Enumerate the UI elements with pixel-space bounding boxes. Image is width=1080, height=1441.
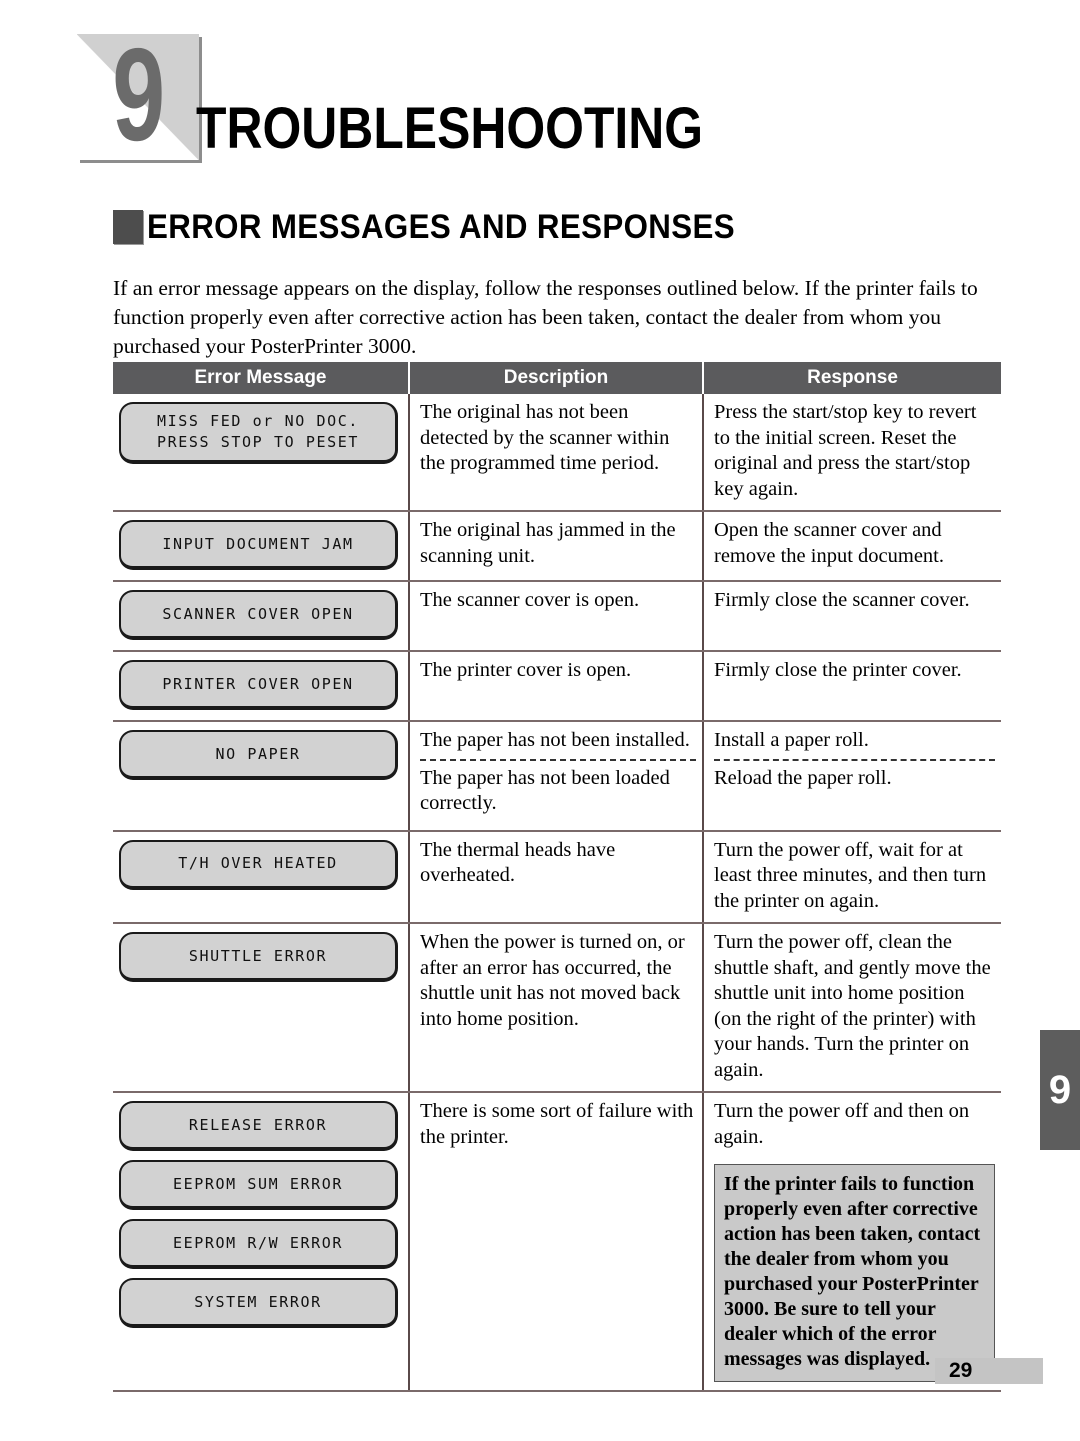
table-row: MISS FED or NO DOC. PRESS STOP TO PESET … [113, 394, 1001, 512]
response-cell: Open the scanner cover and remove the in… [702, 512, 1001, 580]
lcd-display-box: EEPROM R/W ERROR [119, 1219, 398, 1269]
description-subrow: The paper has not been loaded correctly. [420, 758, 696, 822]
table-row: NO PAPER The paper has not been installe… [113, 722, 1001, 832]
column-header-response: Response [702, 362, 1001, 394]
description-text: The original has jammed in the scanning … [420, 519, 676, 567]
lcd-display-box: T/H OVER HEATED [119, 839, 398, 890]
error-message-cell: INPUT DOCUMENT JAM [113, 512, 408, 580]
response-text: Firmly close the printer cover. [714, 659, 962, 681]
description-text: The thermal heads have overheated. [420, 838, 616, 887]
description-cell: The printer cover is open. [408, 652, 702, 720]
description-cell: The thermal heads have overheated. [408, 831, 702, 922]
response-text: Open the scanner cover and remove the in… [714, 519, 944, 567]
description-subrow: The paper has not been installed. [420, 728, 696, 759]
response-text: Install a paper roll. [714, 729, 869, 751]
lcd-display-box: INPUT DOCUMENT JAM [119, 520, 398, 570]
table-row: PRINTER COVER OPEN The printer cover is … [113, 652, 1001, 722]
lcd-line: INPUT DOCUMENT JAM [162, 534, 354, 553]
response-cell: Turn the power off and then on again. If… [702, 1093, 1001, 1390]
response-text: Press the start/stop key to revert to th… [714, 401, 977, 500]
description-text: The paper has not been loaded correctly. [420, 766, 670, 815]
error-messages-table: Error Message Description Response MISS … [113, 362, 1001, 1392]
response-subrow: Reload the paper roll. [714, 758, 995, 797]
lcd-line: PRINTER COVER OPEN [162, 674, 354, 693]
response-text: Firmly close the scanner cover. [714, 589, 970, 611]
response-subrow: Install a paper roll. [714, 728, 995, 759]
section-heading-label: ERROR MESSAGES AND RESPONSES [147, 208, 735, 246]
lcd-display-box: MISS FED or NO DOC. PRESS STOP TO PESET [119, 402, 398, 464]
chapter-tab-marker: 9 [1040, 1030, 1080, 1150]
response-text: Reload the paper roll. [714, 766, 892, 789]
lcd-line: T/H OVER HEATED [178, 854, 338, 872]
response-cell: Install a paper roll. Reload the paper r… [702, 722, 1001, 830]
chapter-number: 9 [112, 21, 165, 168]
description-text: The printer cover is open. [420, 659, 632, 681]
table-row: SCANNER COVER OPEN The scanner cover is … [113, 582, 1001, 652]
chapter-title: TROUBLESHOOTING [196, 96, 704, 161]
error-message-cell: PRINTER COVER OPEN [113, 652, 408, 720]
lcd-display-box: NO PAPER [119, 730, 398, 780]
chapter-header: 9 TROUBLESHOOTING [0, 28, 1080, 161]
description-text: The scanner cover is open. [420, 589, 640, 611]
lcd-display-box: RELEASE ERROR [119, 1101, 398, 1151]
table-header-row: Error Message Description Response [113, 362, 1001, 394]
lcd-line: EEPROM R/W ERROR [172, 1233, 344, 1252]
error-message-cell: NO PAPER [113, 722, 408, 830]
lcd-line: RELEASE ERROR [188, 1115, 328, 1134]
column-header-description: Description [408, 362, 702, 394]
description-cell: The original has jammed in the scanning … [408, 512, 702, 580]
lcd-display-box: SHUTTLE ERROR [119, 932, 398, 982]
note-callout-text: If the printer fails to function properl… [724, 1173, 981, 1370]
column-header-error-message: Error Message [194, 367, 327, 388]
error-message-cell: SCANNER COVER OPEN [113, 582, 408, 650]
response-cell: Turn the power off, clean the shuttle sh… [702, 924, 1001, 1091]
section-heading: ERROR MESSAGES AND RESPONSES [113, 210, 786, 244]
response-text: Turn the power off and then on again. [714, 1100, 970, 1148]
lcd-line: PRESS STOP TO PESET [157, 433, 359, 451]
lcd-display-box: EEPROM SUM ERROR [119, 1160, 398, 1210]
lcd-line: SYSTEM ERROR [194, 1292, 322, 1311]
description-text: When the power is turned on, or after an… [420, 931, 685, 1030]
response-cell: Press the start/stop key to revert to th… [702, 394, 1001, 510]
page-number-bar: 29 [935, 1358, 1043, 1384]
response-text: Turn the power off, wait for at least th… [714, 838, 987, 912]
description-cell: The scanner cover is open. [408, 582, 702, 650]
description-cell: There is some sort of failure with the p… [408, 1093, 702, 1390]
table-row: RELEASE ERROR EEPROM SUM ERROR EEPROM R/… [113, 1093, 1001, 1392]
table-row: INPUT DOCUMENT JAM The original has jamm… [113, 512, 1001, 582]
response-cell: Turn the power off, wait for at least th… [702, 831, 1001, 922]
square-bullet-icon [113, 210, 143, 244]
response-cell: Firmly close the scanner cover. [702, 582, 1001, 650]
page-number: 29 [949, 1359, 973, 1382]
lcd-line: NO PAPER [215, 744, 301, 763]
lcd-line: EEPROM SUM ERROR [172, 1174, 344, 1193]
error-message-cell: MISS FED or NO DOC. PRESS STOP TO PESET [113, 394, 408, 510]
description-cell: When the power is turned on, or after an… [408, 924, 702, 1091]
lcd-line: SHUTTLE ERROR [188, 946, 328, 965]
lcd-display-box: PRINTER COVER OPEN [119, 660, 398, 710]
lcd-display-box: SYSTEM ERROR [119, 1278, 398, 1328]
lcd-line: SCANNER COVER OPEN [162, 604, 354, 623]
description-cell: The original has not been detected by th… [408, 394, 702, 510]
note-callout-box: If the printer fails to function properl… [714, 1164, 995, 1382]
intro-paragraph: If an error message appears on the displ… [113, 276, 978, 358]
response-text: Turn the power off, clean the shuttle sh… [714, 931, 991, 1081]
response-cell: Firmly close the printer cover. [702, 652, 1001, 720]
chapter-number-badge: 9 [77, 29, 199, 161]
description-text: The paper has not been installed. [420, 729, 690, 751]
description-text: The original has not been detected by th… [420, 401, 670, 474]
table-row: T/H OVER HEATED The thermal heads have o… [113, 831, 1001, 924]
description-cell: The paper has not been installed. The pa… [408, 722, 702, 830]
error-message-cell: RELEASE ERROR EEPROM SUM ERROR EEPROM R/… [113, 1093, 408, 1390]
error-message-cell: SHUTTLE ERROR [113, 924, 408, 1091]
error-message-cell: T/H OVER HEATED [113, 832, 408, 923]
description-text: There is some sort of failure with the p… [420, 1100, 694, 1148]
lcd-display-box: SCANNER COVER OPEN [119, 590, 398, 640]
table-row: SHUTTLE ERROR When the power is turned o… [113, 924, 1001, 1093]
lcd-line: MISS FED or NO DOC. [157, 412, 359, 430]
